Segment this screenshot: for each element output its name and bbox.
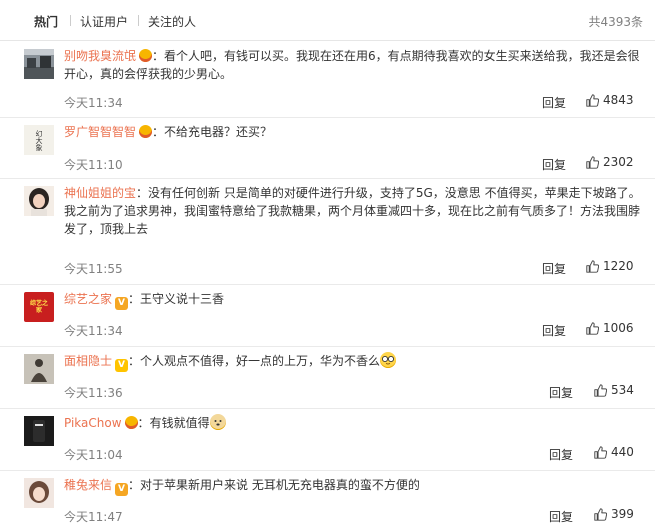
- comment-time: 今天11:34: [64, 324, 123, 338]
- comment-time: 今天11:10: [64, 158, 123, 172]
- comment-time: 今天11:04: [64, 448, 123, 462]
- like-button[interactable]: 399: [594, 507, 634, 521]
- like-count: 1006: [603, 321, 634, 335]
- like-count: 440: [611, 445, 634, 459]
- total-comment-count: 共4393条: [588, 15, 643, 29]
- crown-badge-icon: [124, 416, 138, 429]
- username-link[interactable]: 面相隐士: [64, 354, 112, 368]
- comment-text: 有钱就值得: [149, 416, 210, 430]
- like-count: 534: [611, 383, 634, 397]
- comment-item: 幻大象 罗广智智智智 ：不给充电器？还买？ 今天11:10 回复 2302: [0, 117, 655, 179]
- avatar[interactable]: [24, 354, 54, 384]
- colon-separator: ：: [152, 125, 165, 139]
- thumbs-up-icon: [594, 507, 607, 521]
- avatar[interactable]: 幻大象: [24, 125, 54, 155]
- thumbs-up-icon: [586, 93, 599, 107]
- like-count: 399: [611, 507, 634, 521]
- reply-button[interactable]: 回复: [542, 94, 566, 111]
- comment-time: 今天11:55: [64, 262, 123, 276]
- comment-item: 稚兔来信 V ：对于苹果新用户来说 无耳机无充电器真的蛮不方便的 今天11:47 回…: [0, 470, 655, 532]
- tab-hot[interactable]: 热门: [34, 13, 58, 30]
- comment-time: 今天11:47: [64, 510, 123, 524]
- avatar-logo-text: 综艺之家: [30, 300, 49, 314]
- colon-separator: ：: [137, 416, 150, 430]
- like-button[interactable]: 2302: [586, 155, 634, 169]
- username-link[interactable]: 别吻我臭流氓: [64, 49, 136, 63]
- like-button[interactable]: 4843: [586, 93, 634, 107]
- comment-text: 对于苹果新用户来说 无耳机无充电器真的蛮不方便的: [140, 478, 420, 492]
- reply-button[interactable]: 回复: [542, 156, 566, 173]
- thumbs-up-icon: [586, 321, 599, 335]
- like-button[interactable]: 534: [594, 383, 634, 397]
- tab-divider: [70, 15, 71, 26]
- like-button[interactable]: 1006: [586, 321, 634, 335]
- glasses-emoji-icon: [380, 352, 397, 368]
- like-button[interactable]: 440: [594, 445, 634, 459]
- thumbs-up-icon: [586, 155, 599, 169]
- username-link[interactable]: 综艺之家: [64, 292, 112, 306]
- comment-item: 面相隐士 V ：个人观点不值得，好一点的上万，华为不香么 今天11:36 回复 53…: [0, 346, 655, 409]
- tab-divider: [138, 15, 139, 26]
- like-count: 4843: [603, 93, 634, 107]
- verified-v-badge-icon: V: [115, 359, 129, 372]
- like-count: 2302: [603, 155, 634, 169]
- comment-text: 没有任何创新 只是简单的对硬件进行升级，支持了5G，没意思 不值得买，苹果走下坡…: [64, 186, 641, 236]
- reply-button[interactable]: 回复: [549, 508, 573, 525]
- comment-text: 王守义说十三香: [140, 292, 225, 306]
- avatar[interactable]: [24, 49, 54, 79]
- comment-tabs: 热门 认证用户 关注的人 共4393条: [0, 0, 655, 41]
- comment-text: 个人观点不值得，好一点的上万，华为不香么: [140, 354, 381, 368]
- colon-separator: ：: [128, 478, 141, 492]
- reply-button[interactable]: 回复: [549, 384, 573, 401]
- username-link[interactable]: 神仙姐姐的宝: [64, 186, 136, 200]
- avatar[interactable]: 综艺之家: [24, 292, 54, 322]
- thumbs-up-icon: [586, 259, 599, 273]
- colon-separator: ：: [128, 292, 141, 306]
- crown-badge-icon: [139, 49, 153, 62]
- reply-button[interactable]: 回复: [549, 446, 573, 463]
- doge-emoji-icon: [209, 414, 226, 430]
- colon-separator: ：: [128, 354, 141, 368]
- like-count: 1220: [603, 259, 634, 273]
- avatar[interactable]: [24, 186, 54, 216]
- verified-v-badge-icon: V: [115, 483, 129, 496]
- username-link[interactable]: 稚兔来信: [64, 478, 112, 492]
- colon-separator: ：: [152, 49, 165, 63]
- comment-item: 别吻我臭流氓 ：看个人吧，有钱可以买。我现在还在用6，有点期待我喜欢的女生买来送给…: [0, 41, 655, 118]
- colon-separator: ：: [136, 186, 149, 200]
- username-link[interactable]: 罗广智智智智: [64, 125, 136, 139]
- comment-item: PikaChow ：有钱就值得 今天11:04 回复 440: [0, 408, 655, 471]
- tab-verified-users[interactable]: 认证用户: [80, 13, 128, 30]
- thumbs-up-icon: [594, 383, 607, 397]
- crown-badge-icon: [139, 125, 153, 138]
- comment-text: 不给充电器？还买？: [164, 125, 273, 139]
- avatar[interactable]: [24, 478, 54, 508]
- reply-button[interactable]: 回复: [542, 260, 566, 277]
- avatar[interactable]: [24, 416, 54, 446]
- comment-item: 综艺之家 综艺之家 V ：王守义说十三香 今天11:34 回复 1006: [0, 284, 655, 347]
- comment-time: 今天11:34: [64, 96, 123, 110]
- like-button[interactable]: 1220: [586, 259, 634, 273]
- comment-time: 今天11:36: [64, 386, 123, 400]
- thumbs-up-icon: [594, 445, 607, 459]
- comment-item: 神仙姐姐的宝：没有任何创新 只是简单的对硬件进行升级，支持了5G，没意思 不值得…: [0, 178, 655, 285]
- avatar-calligraphy: 幻大象: [35, 129, 43, 151]
- tab-following[interactable]: 关注的人: [148, 13, 196, 30]
- reply-button[interactable]: 回复: [542, 322, 566, 339]
- verified-v-badge-icon: V: [115, 297, 129, 310]
- username-link[interactable]: PikaChow: [64, 416, 122, 430]
